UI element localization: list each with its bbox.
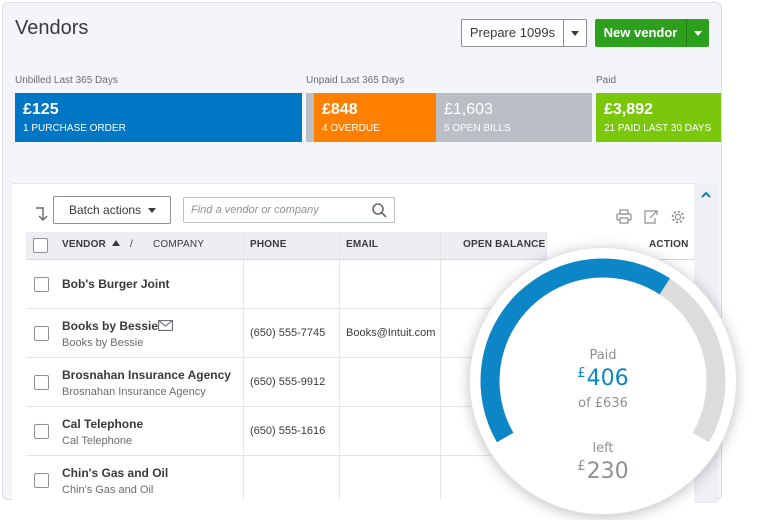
prepare-1099s-button[interactable]: Prepare 1099s	[461, 19, 587, 47]
print-icon[interactable]	[616, 209, 632, 224]
vendor-column-header[interactable]: VENDOR	[62, 232, 120, 258]
new-vendor-button[interactable]: New vendor	[595, 19, 709, 47]
chevron-down-icon	[694, 30, 702, 36]
left-amount: 230	[586, 459, 629, 484]
select-all-checkbox[interactable]	[33, 238, 48, 253]
company-column-header[interactable]: COMPANY	[153, 232, 204, 258]
header-separator: /	[130, 239, 133, 250]
tile-caption: 21 PAID LAST 30 DAYS	[604, 123, 712, 134]
collapse-button[interactable]	[694, 183, 718, 205]
phone-number: (650) 555-1616	[250, 425, 326, 437]
phone-number: (650) 555-7745	[250, 327, 326, 339]
paid-gauge-magnifier: Paid £406 of £636 left £230	[470, 248, 736, 514]
sort-icon[interactable]	[34, 206, 48, 222]
vendor-name[interactable]: Books by Bessie	[62, 319, 158, 333]
search-icon[interactable]	[371, 202, 388, 219]
currency-symbol: £	[577, 459, 586, 474]
tile-amount: £3,892	[604, 101, 653, 118]
vendor-name[interactable]: Chin's Gas and Oil	[62, 466, 168, 480]
tile-divider	[306, 93, 314, 142]
tile-caption: 4 OVERDUE	[322, 123, 380, 134]
unbilled-label: Unbilled Last 365 Days	[15, 75, 118, 86]
row-checkbox[interactable]	[34, 326, 49, 341]
page-title: Vendors	[15, 17, 89, 39]
vendor-name[interactable]: Cal Telephone	[62, 417, 143, 431]
open-bills-tile[interactable]: £1,603 5 OPEN BILLS	[436, 93, 592, 142]
paid-amount: 406	[586, 366, 629, 391]
chevron-up-icon	[701, 191, 711, 198]
gear-icon[interactable]	[670, 209, 686, 225]
prepare-1099s-dropdown[interactable]	[564, 20, 586, 46]
batch-actions-label: Batch actions	[69, 203, 142, 217]
column-divider	[243, 232, 244, 500]
company-name: Brosnahan Insurance Agency	[62, 386, 206, 398]
gauge-paid-label: Paid	[589, 348, 617, 363]
new-vendor-label[interactable]: New vendor	[595, 19, 687, 47]
gauge-left-label: left	[592, 441, 614, 456]
new-vendor-dropdown[interactable]	[687, 19, 709, 47]
column-divider	[339, 232, 340, 500]
export-icon[interactable]	[643, 209, 659, 224]
company-name: Chin's Gas and Oil	[62, 484, 154, 496]
company-name: Books by Bessie	[62, 337, 144, 349]
chevron-down-icon	[571, 30, 579, 36]
prepare-1099s-label[interactable]: Prepare 1099s	[462, 20, 564, 46]
envelope-icon[interactable]	[158, 320, 173, 331]
unpaid-label: Unpaid Last 365 Days	[306, 75, 405, 86]
tile-amount: £125	[23, 101, 59, 118]
paid-label: Paid	[596, 75, 617, 86]
tile-caption: 1 PURCHASE ORDER	[23, 123, 126, 134]
email-column-header[interactable]: EMAIL	[346, 232, 378, 258]
row-checkbox[interactable]	[34, 473, 49, 488]
tile-amount: £1,603	[444, 101, 493, 118]
phone-column-header[interactable]: PHONE	[250, 232, 287, 258]
chevron-down-icon	[148, 208, 156, 213]
vendor-search[interactable]	[183, 197, 395, 223]
currency-symbol: £	[577, 366, 586, 381]
purchase-order-tile[interactable]: £125 1 PURCHASE ORDER	[15, 93, 302, 142]
search-input[interactable]	[184, 198, 364, 222]
paid-tile[interactable]: £3,892 21 PAID LAST 30 DAYS	[596, 93, 721, 142]
phone-number: (650) 555-9912	[250, 376, 326, 388]
overdue-tile[interactable]: £848 4 OVERDUE	[314, 93, 436, 142]
row-checkbox[interactable]	[34, 277, 49, 292]
vendor-header-label: VENDOR	[62, 239, 106, 250]
company-name: Cal Telephone	[62, 435, 133, 447]
sort-asc-icon	[111, 240, 120, 246]
vendor-name[interactable]: Bob's Burger Joint	[62, 277, 170, 291]
vendor-name[interactable]: Brosnahan Insurance Agency	[62, 368, 231, 382]
row-checkbox[interactable]	[34, 424, 49, 439]
tile-amount: £848	[322, 101, 358, 118]
gauge-paid-value: £406	[470, 366, 736, 391]
gauge-left-value: £230	[470, 459, 736, 484]
email-address[interactable]: Books@Intuit.com	[346, 327, 435, 339]
column-divider	[440, 232, 441, 500]
gauge-total: of £636	[578, 396, 628, 411]
batch-actions-button[interactable]: Batch actions	[53, 196, 171, 224]
row-checkbox[interactable]	[34, 375, 49, 390]
tile-caption: 5 OPEN BILLS	[444, 123, 511, 134]
